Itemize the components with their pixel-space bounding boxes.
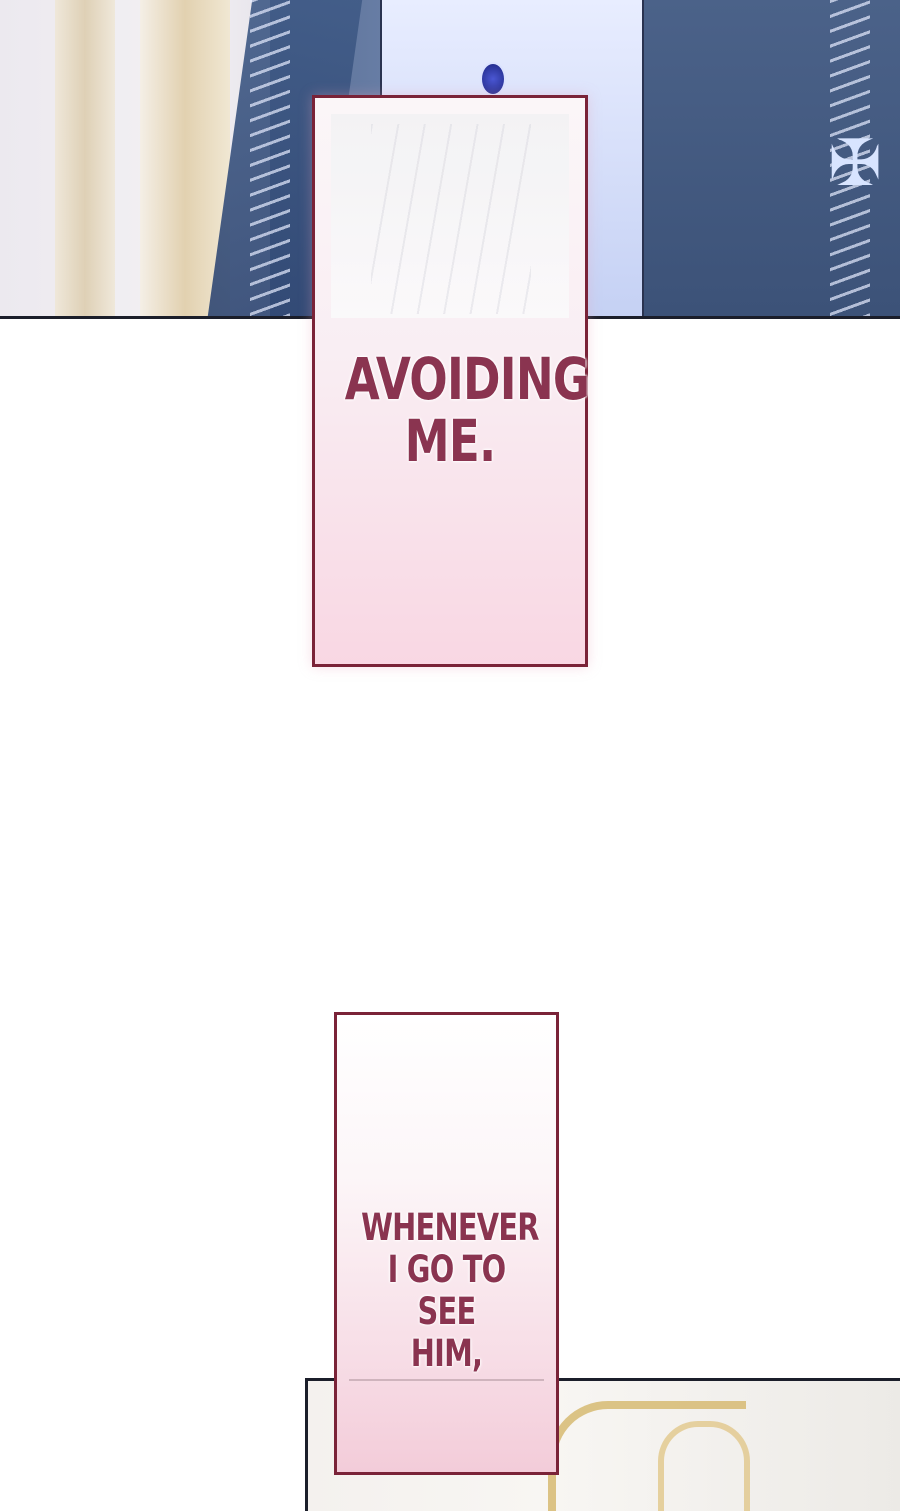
- caption-box-2: WHENEVER I GO TO SEE HIM,: [334, 1012, 559, 1475]
- faded-art-inset: [331, 114, 569, 318]
- sapphire-brooch: [480, 62, 506, 96]
- caption-line: AVOIDING: [344, 345, 590, 413]
- caption-line: HIM,: [410, 1332, 483, 1375]
- caption-line: ME.: [404, 407, 497, 475]
- gold-frame-ornament: [658, 1421, 750, 1511]
- cross-ornament-icon: ✠: [828, 127, 882, 199]
- caption-text-1: AVOIDING ME.: [344, 345, 590, 475]
- caption-text-2: WHENEVER I GO TO SEE HIM,: [361, 1206, 539, 1375]
- marble-pillar: [55, 0, 115, 316]
- caption-box-1: AVOIDING ME.: [312, 95, 590, 667]
- divider: [349, 1379, 544, 1381]
- caption-line: WHENEVER: [361, 1206, 539, 1249]
- caption-line: I GO TO SEE: [387, 1248, 507, 1333]
- lace-embroidery: [250, 0, 290, 316]
